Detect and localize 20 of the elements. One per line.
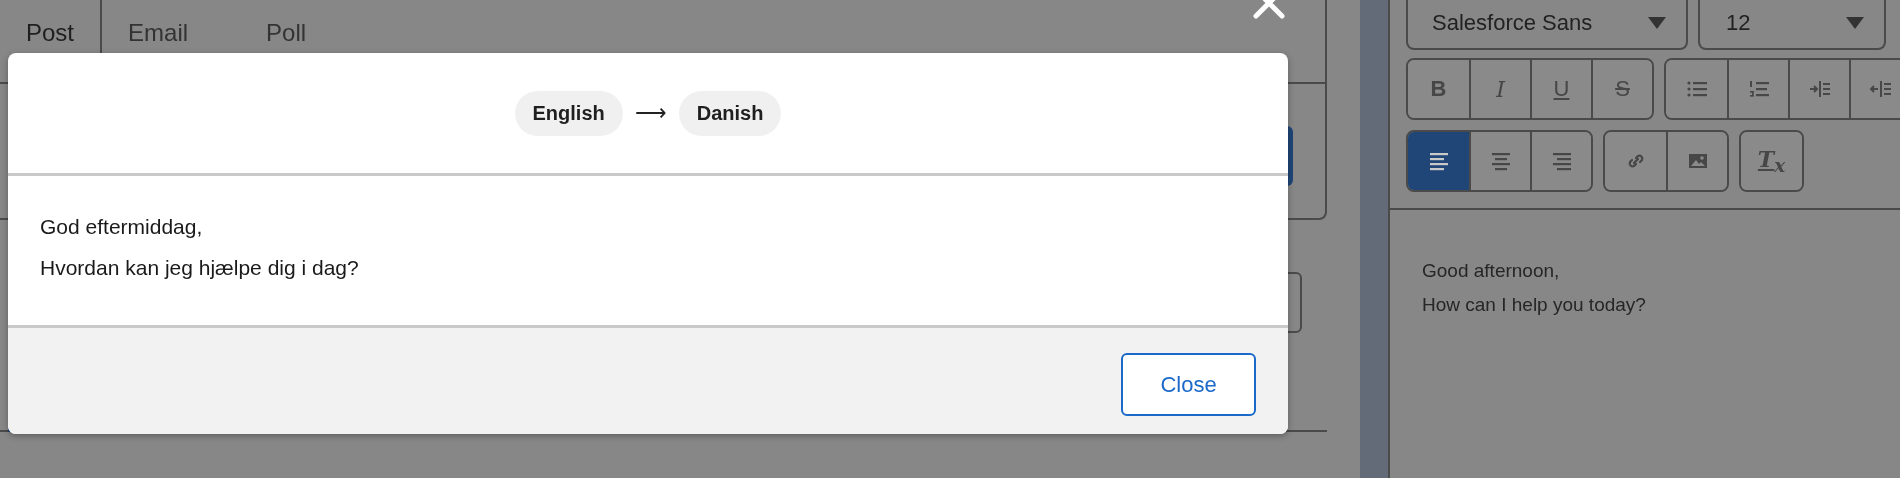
strikethrough-button[interactable]: S <box>1591 60 1652 118</box>
align-right-icon <box>1550 150 1573 172</box>
font-dropdown[interactable]: Salesforce Sans <box>1406 0 1688 50</box>
dropdown-caret-icon <box>1846 17 1864 29</box>
font-size-dropdown[interactable]: 12 <box>1698 0 1886 50</box>
clear-formatting-button[interactable]: T$_{x}$ <box>1741 132 1802 190</box>
numbered-list-icon <box>1747 78 1770 100</box>
dropdown-caret-icon <box>1648 17 1666 29</box>
indent-icon <box>1808 78 1831 100</box>
arrow: ⟶ <box>634 100 667 126</box>
outdent-icon <box>1869 78 1892 100</box>
align-right-button[interactable] <box>1530 132 1591 190</box>
editor-text[interactable]: Good afternoon, How can I help you today? <box>1390 208 1900 366</box>
close-button[interactable]: Close <box>1121 353 1256 416</box>
align-center-icon <box>1489 150 1512 172</box>
source-language-pill: English <box>514 90 623 136</box>
target-language-pill: Danish <box>678 90 782 136</box>
align-left-button[interactable] <box>1408 132 1469 190</box>
align-left-icon <box>1427 150 1450 172</box>
image-button[interactable] <box>1666 132 1727 190</box>
